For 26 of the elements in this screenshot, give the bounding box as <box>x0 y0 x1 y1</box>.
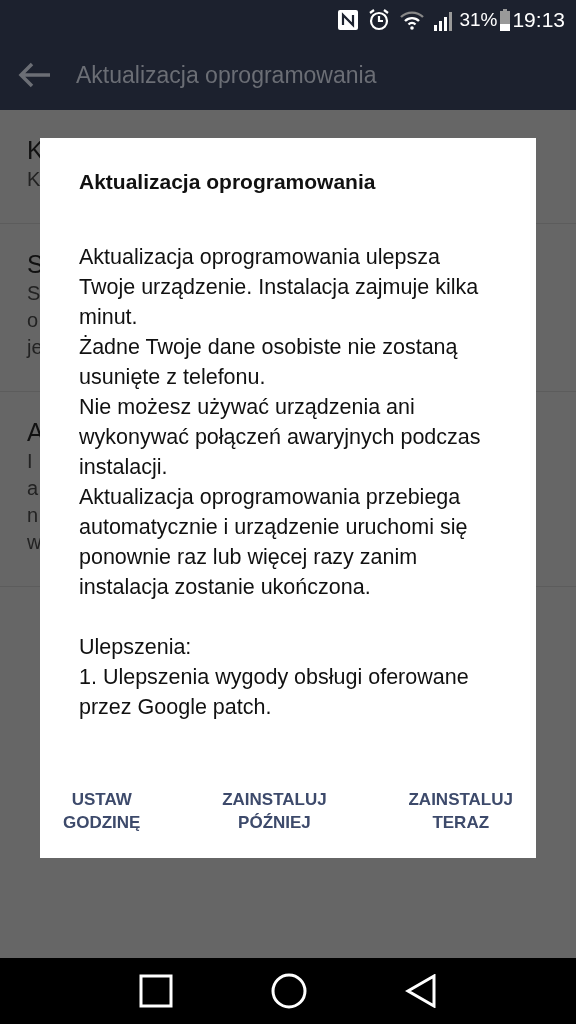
dialog-button[interactable]: ZAINSTALUJ PÓŹNIEJ <box>210 782 339 840</box>
triangle-icon[interactable] <box>405 974 437 1008</box>
nfc-icon <box>337 9 360 31</box>
dialog-paragraph: Żadne Twoje dane osobiste nie zostaną usunięte z telefonu. <box>79 333 459 391</box>
clock-time: 19:13 <box>512 7 565 34</box>
dialog-title: Aktualizacja oprogramowania <box>79 169 377 195</box>
improvement-item: 1. Ulepszenia wygody obsługi oferowane przez Google patch. <box>79 663 470 721</box>
dialog-paragraph: Nie możesz używać urządzenia ani wykonywać połączeń awaryjnych podczas instalacji. <box>79 393 482 481</box>
list-item-text: I <box>27 449 33 474</box>
dialog-button[interactable]: ZAINSTALUJ TERAZ <box>396 782 525 840</box>
app-bar-title: Aktualizacja oprogramowania <box>76 60 377 90</box>
square-icon[interactable] <box>139 974 173 1008</box>
list-item-text: n <box>27 503 39 528</box>
list-item-text: a <box>27 476 39 501</box>
dialog-paragraph: Aktualizacja oprogramowania ulepsza Twoje urządzenie. Instalacja zajmuje kilka minut. <box>79 243 480 331</box>
battery-icon <box>500 9 511 31</box>
improvements-heading: Ulepszenia: <box>79 633 193 661</box>
back-arrow-icon[interactable] <box>18 62 52 88</box>
list-item-text: S <box>27 281 41 306</box>
list-item-text: K <box>27 167 41 192</box>
battery-percent: 31% <box>459 7 498 32</box>
wifi-icon <box>399 10 426 30</box>
list-item-text: o <box>27 308 39 333</box>
dialog-button[interactable]: USTAW GODZINĘ <box>51 782 153 840</box>
dialog-paragraph: Aktualizacja oprogramowania przebiega automatycznie i urządzenie uruchomi się ponownie raz lub więcej razy zanim instalacja zostanie ukończona. <box>79 483 469 601</box>
circle-icon[interactable] <box>271 973 307 1009</box>
